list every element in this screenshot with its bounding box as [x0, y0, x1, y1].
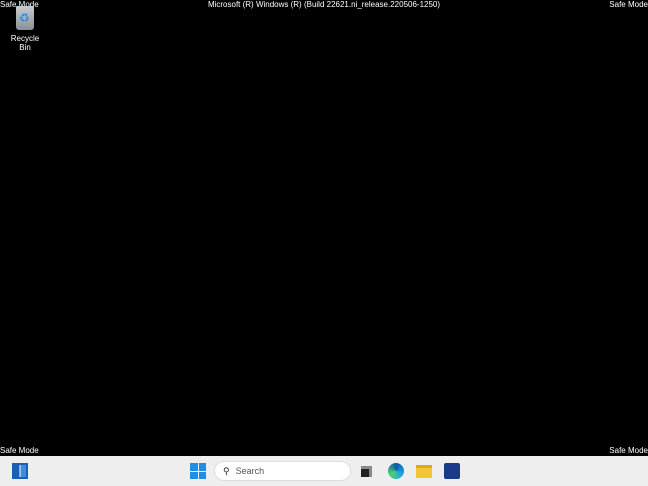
- recycle-bin[interactable]: ♻ Recycle Bin: [4, 6, 46, 52]
- search-placeholder: Search: [235, 466, 265, 476]
- recycle-bin-label: Recycle Bin: [10, 34, 40, 52]
- microsoft-store-icon[interactable]: [444, 463, 460, 479]
- build-info: Microsoft (R) Windows (R) (Build 22621.n…: [207, 0, 441, 9]
- taskbar: ⚲ Search: [0, 456, 648, 486]
- recycle-bin-icon: ♻: [16, 6, 34, 30]
- safe-mode-label: Safe Mode: [0, 446, 39, 455]
- search-icon: ⚲: [223, 466, 230, 476]
- safe-mode-label: Safe Mode: [609, 446, 648, 455]
- search-box[interactable]: ⚲ Search: [214, 461, 351, 481]
- file-explorer-icon[interactable]: [416, 465, 432, 478]
- task-view-icon[interactable]: [361, 466, 372, 477]
- edge-icon[interactable]: [388, 463, 404, 479]
- widgets-icon[interactable]: [12, 463, 28, 479]
- start-button[interactable]: [190, 463, 206, 479]
